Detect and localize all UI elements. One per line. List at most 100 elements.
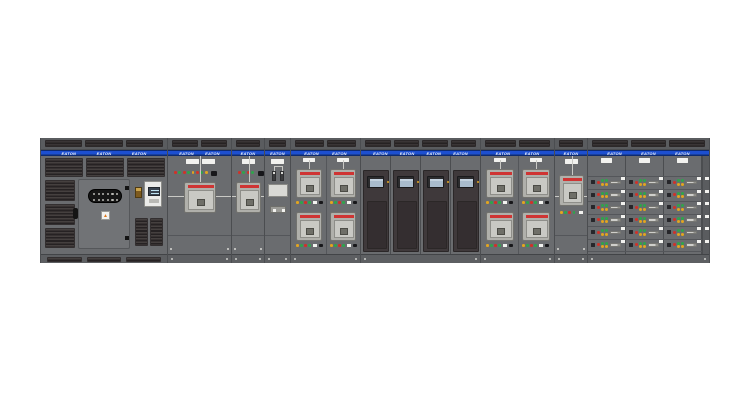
end-trim [702, 156, 709, 254]
top-vent [519, 140, 550, 147]
mimic-line [500, 160, 501, 169]
hmi-display [370, 179, 383, 187]
feeder-label [659, 177, 663, 180]
top-vent [485, 140, 516, 147]
breaker-face [240, 190, 259, 210]
indicator-light [187, 171, 190, 174]
plinth [41, 254, 167, 263]
indicator-light [300, 244, 303, 247]
converter-door-panels: EATONEATONEATONEATON [361, 138, 481, 263]
indicator-light [183, 171, 186, 174]
indicator-light [494, 244, 497, 247]
top-vent [451, 140, 477, 147]
switchgear-lineup: EATONEATONEATON▲EATONEATONEATONEATONEATO… [40, 138, 710, 263]
top-vent [422, 140, 448, 147]
brand-logo: EATON [525, 151, 540, 156]
bolt [364, 258, 366, 260]
control-switch [545, 201, 549, 205]
brand-logo: EATON [241, 151, 256, 156]
indicator-light [597, 206, 600, 209]
row-seam [626, 251, 664, 252]
indicator-light [334, 201, 337, 204]
feeder-handle [686, 231, 697, 235]
top-vent [327, 140, 356, 147]
feeder-meter [629, 218, 633, 222]
brand-logo: EATON [400, 151, 415, 156]
vent-louver [45, 204, 75, 225]
top-vent-band [555, 138, 587, 150]
indicator-light [560, 211, 563, 214]
breaker-mech [497, 185, 505, 192]
top-vent-band [41, 138, 167, 150]
breaker-mech [533, 228, 541, 235]
main-breaker-bay-a: EATONEATON [168, 138, 232, 263]
indicator-light [643, 208, 646, 211]
bolt [226, 258, 228, 260]
indicator-light [639, 183, 642, 186]
bolt [704, 258, 706, 260]
section-body [232, 156, 264, 254]
indicator-light [342, 244, 345, 247]
indicator-light [681, 195, 684, 198]
bolt [234, 248, 236, 250]
breaker-label-strip [334, 172, 354, 175]
feeder-meter [591, 218, 595, 222]
nameplate [202, 159, 215, 164]
indicator-light [534, 244, 537, 247]
feeder-column [664, 156, 702, 254]
door-hinge [125, 186, 129, 190]
indicator-light [238, 171, 241, 174]
bolt [235, 258, 237, 260]
indicator-light [681, 229, 684, 232]
circuit-breaker [486, 212, 514, 241]
indicator-light [494, 201, 497, 204]
indicator-light [304, 244, 307, 247]
feeder-column [588, 156, 626, 254]
top-vent-band [481, 138, 554, 150]
bolt [557, 248, 559, 250]
breaker-label-strip [300, 172, 320, 175]
indicator-light [643, 183, 646, 186]
feeder-label [697, 227, 701, 230]
selector-switch [135, 187, 142, 198]
top-vent [559, 140, 583, 147]
mimic-line [343, 160, 344, 169]
feeder-label [659, 202, 663, 205]
indicator-light [673, 181, 676, 184]
indicator-light [605, 179, 608, 182]
vent-louver [45, 228, 75, 248]
indicator-light [308, 244, 311, 247]
bolt [582, 258, 584, 260]
hmi-screen [397, 176, 414, 188]
bolt [285, 258, 287, 260]
connector-pin [116, 193, 118, 195]
indicator-light [601, 179, 604, 182]
feeder-handle [648, 181, 659, 185]
feeder-label [705, 240, 710, 243]
top-vent [631, 140, 667, 147]
distribution-feeder-stack: EATONEATONEATON [588, 138, 710, 263]
metering-bay: EATON [265, 138, 291, 263]
indicator-label [347, 201, 351, 204]
section-body [291, 156, 360, 254]
indicator-light [251, 171, 254, 174]
door-panel [363, 170, 389, 252]
door-frame [421, 156, 451, 254]
control-switch [509, 201, 513, 205]
connector-pin [102, 199, 104, 201]
feeder-handle [610, 231, 621, 235]
breaker-face [334, 220, 354, 238]
nameplate [677, 158, 688, 163]
connector-pin [116, 199, 118, 201]
top-vent-band [232, 138, 264, 150]
indicator-light [178, 171, 181, 174]
indicator-light [174, 171, 177, 174]
indicator-light [639, 233, 642, 236]
indicator-light [601, 233, 604, 236]
connector-pin [107, 193, 109, 195]
indicator-light [639, 195, 642, 198]
plinth [361, 254, 480, 263]
main-breaker-bay-b: EATON [232, 138, 265, 263]
indicator-light [677, 245, 680, 248]
feeder-label [697, 215, 701, 218]
